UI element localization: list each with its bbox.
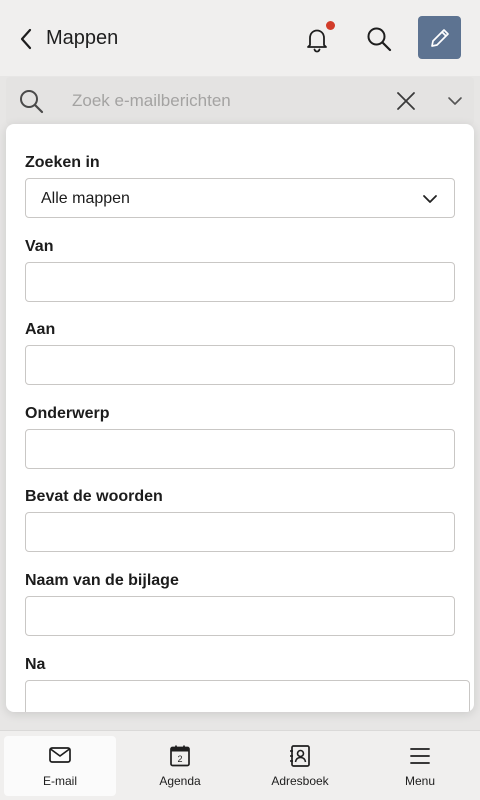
nav-agenda-label: Agenda bbox=[159, 774, 201, 788]
contains-words-field[interactable] bbox=[25, 512, 455, 552]
nav-email-label: E-mail bbox=[42, 774, 77, 788]
to-field[interactable] bbox=[25, 345, 455, 385]
search-in-label: Zoeken in bbox=[25, 154, 100, 171]
search-input[interactable] bbox=[72, 90, 372, 112]
top-bar: Mappen bbox=[0, 0, 480, 76]
attachment-name-input[interactable] bbox=[26, 597, 454, 635]
after-date-label: Na bbox=[25, 656, 46, 673]
clear-search-button[interactable] bbox=[394, 89, 418, 113]
calendar-icon: 2 bbox=[170, 745, 190, 767]
chevron-down-icon bbox=[423, 195, 437, 203]
contains-words-input[interactable] bbox=[26, 513, 454, 551]
to-input[interactable] bbox=[26, 346, 454, 384]
app: Mappen Zoek e-mailberichten Zoeken in Al… bbox=[0, 0, 480, 800]
subject-label: Onderwerp bbox=[25, 405, 110, 422]
chevron-down-icon bbox=[448, 97, 462, 105]
search-icon bbox=[20, 90, 44, 114]
search-options-toggle[interactable] bbox=[446, 92, 464, 110]
header-search-button[interactable] bbox=[364, 24, 394, 54]
bottom-navigation: E-mail 2 Agenda Adresboek Menu bbox=[0, 730, 480, 800]
subject-input[interactable] bbox=[26, 430, 454, 468]
from-label: Van bbox=[25, 238, 54, 255]
envelope-icon bbox=[49, 747, 71, 763]
from-field[interactable] bbox=[25, 262, 455, 302]
pencil-icon bbox=[430, 28, 449, 47]
nav-agenda[interactable]: 2 Agenda bbox=[124, 736, 236, 796]
contains-words-label: Bevat de woorden bbox=[25, 488, 163, 505]
nav-address-book[interactable]: Adresboek bbox=[244, 736, 356, 796]
close-icon bbox=[397, 92, 415, 110]
search-in-select[interactable]: Alle mappen bbox=[25, 178, 455, 218]
search-icon bbox=[367, 27, 392, 52]
subject-field[interactable] bbox=[25, 429, 455, 469]
nav-menu[interactable]: Menu bbox=[364, 736, 476, 796]
nav-address-book-label: Adresboek bbox=[271, 774, 329, 788]
hamburger-icon bbox=[410, 748, 430, 764]
search-in-value: Alle mappen bbox=[41, 190, 130, 207]
nav-email[interactable]: E-mail bbox=[4, 736, 116, 796]
to-label: Aan bbox=[25, 321, 56, 338]
attachment-name-label: Naam van de bijlage bbox=[25, 572, 179, 589]
notification-dot bbox=[326, 21, 335, 30]
mail-search-bar bbox=[6, 77, 474, 125]
attachment-name-field[interactable] bbox=[25, 596, 455, 636]
page-title: Mappen bbox=[46, 27, 119, 49]
chevron-left-icon bbox=[20, 28, 32, 50]
after-date-field[interactable] bbox=[25, 680, 470, 712]
compose-button[interactable] bbox=[418, 16, 461, 59]
back-button[interactable] bbox=[14, 26, 38, 52]
after-date-input[interactable] bbox=[26, 681, 469, 712]
advanced-search-panel: Zoeken in Alle mappen Van Aan Onderwerp … bbox=[6, 124, 474, 712]
from-input[interactable] bbox=[26, 263, 454, 301]
contacts-icon bbox=[290, 745, 310, 767]
calendar-day-number: 2 bbox=[177, 754, 182, 764]
nav-menu-label: Menu bbox=[404, 774, 436, 788]
